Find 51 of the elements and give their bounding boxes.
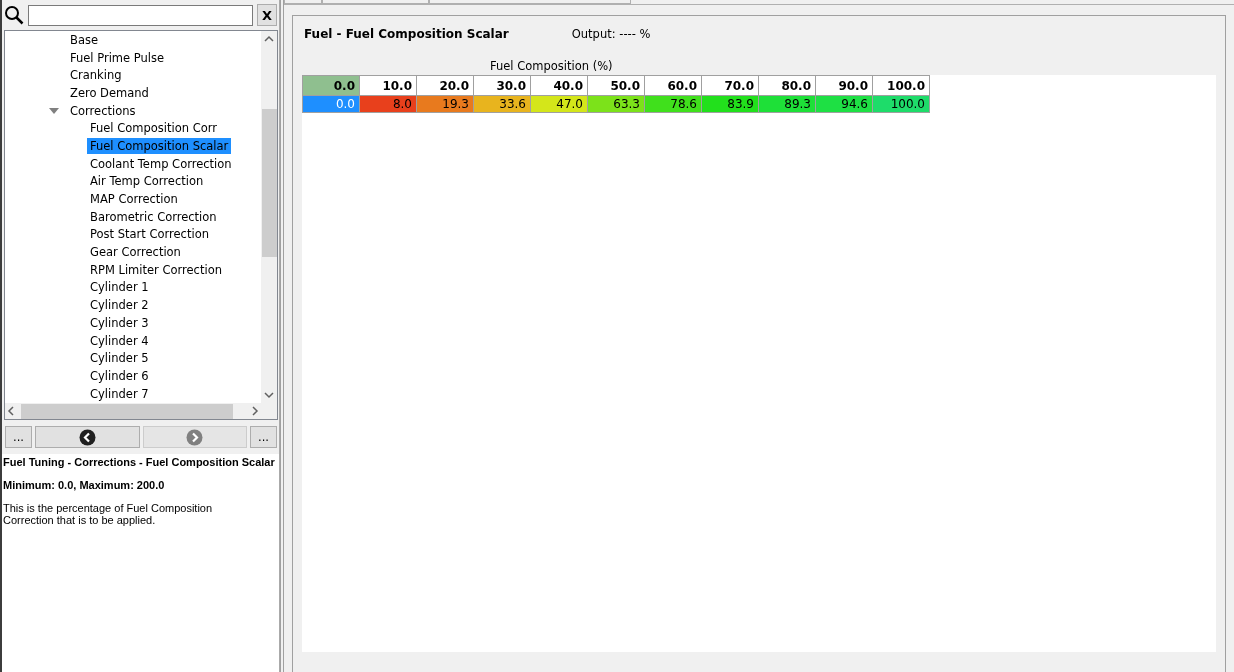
editor-title: Fuel - Fuel Composition Scalar (304, 27, 509, 41)
tree-item[interactable]: Cylinder 2 (87, 297, 152, 314)
column-header[interactable]: 0.0 (302, 75, 360, 96)
column-header[interactable]: 100.0 (872, 75, 930, 96)
column-header[interactable]: 70.0 (701, 75, 759, 96)
axis-label: Fuel Composition (%) (490, 59, 613, 73)
tree-item[interactable]: Cylinder 3 (87, 314, 152, 331)
tree-item[interactable]: Zero Demand (67, 84, 152, 101)
tree-item[interactable]: Fuel Prime Pulse (67, 49, 168, 66)
clear-button[interactable]: X (257, 4, 277, 26)
vertical-scrollbar[interactable] (261, 31, 277, 403)
expander-icon[interactable] (49, 105, 59, 116)
column-header[interactable]: 20.0 (416, 75, 474, 96)
scroll-up-icon[interactable] (264, 34, 274, 44)
scroll-down-icon[interactable] (264, 390, 274, 400)
horizontal-scrollbar[interactable] (5, 403, 277, 419)
tree-item[interactable]: Gear Correction (87, 244, 184, 261)
column-header[interactable]: 30.0 (473, 75, 531, 96)
tree-item[interactable]: Base (67, 31, 101, 48)
column-header[interactable]: 60.0 (644, 75, 702, 96)
tree-item[interactable]: Cranking (67, 67, 125, 84)
tree-item[interactable]: Post Start Correction (87, 226, 212, 243)
tree-item[interactable]: RPM Limiter Correction (87, 261, 225, 278)
column-header[interactable]: 90.0 (815, 75, 873, 96)
column-header[interactable]: 50.0 (587, 75, 645, 96)
help-description: This is the percentage of Fuel Composition Correction that is to be applied. (3, 502, 214, 526)
back-button[interactable] (35, 426, 140, 448)
column-header[interactable]: 40.0 (530, 75, 588, 96)
search-icon (4, 5, 24, 25)
tree-item[interactable]: Air Temp Correction (87, 173, 207, 190)
last-button[interactable]: ... (250, 426, 277, 448)
tree-item[interactable]: Fuel Composition Corr (87, 120, 220, 137)
tree-item[interactable]: Fuel Composition Scalar (87, 137, 232, 154)
tree-item[interactable]: Barometric Correction (87, 208, 220, 225)
tree-item[interactable]: Coolant Temp Correction (87, 155, 235, 172)
tree-item[interactable]: MAP Correction (87, 191, 181, 208)
tree-item[interactable]: Cylinder 7 (87, 385, 152, 402)
help-path: Fuel Tuning - Corrections - Fuel Composition Scalar (3, 456, 276, 468)
search-field[interactable] (28, 4, 253, 26)
scroll-left-icon[interactable] (5, 406, 17, 416)
tree-item[interactable]: Cylinder 6 (87, 367, 152, 384)
column-header[interactable]: 10.0 (359, 75, 417, 96)
scroll-right-icon[interactable] (249, 406, 261, 416)
tree-item[interactable]: Corrections (67, 102, 139, 119)
tree-item[interactable]: Cylinder 5 (87, 350, 152, 367)
help-range: Minimum: 0.0, Maximum: 200.0 (3, 479, 166, 491)
column-header[interactable]: 80.0 (758, 75, 816, 96)
output-reading: Output: ---- % (571, 27, 651, 41)
first-button[interactable]: ... (5, 426, 32, 448)
tree-item[interactable]: Cylinder 4 (87, 332, 152, 349)
tree-item[interactable]: Cylinder 1 (87, 279, 152, 296)
